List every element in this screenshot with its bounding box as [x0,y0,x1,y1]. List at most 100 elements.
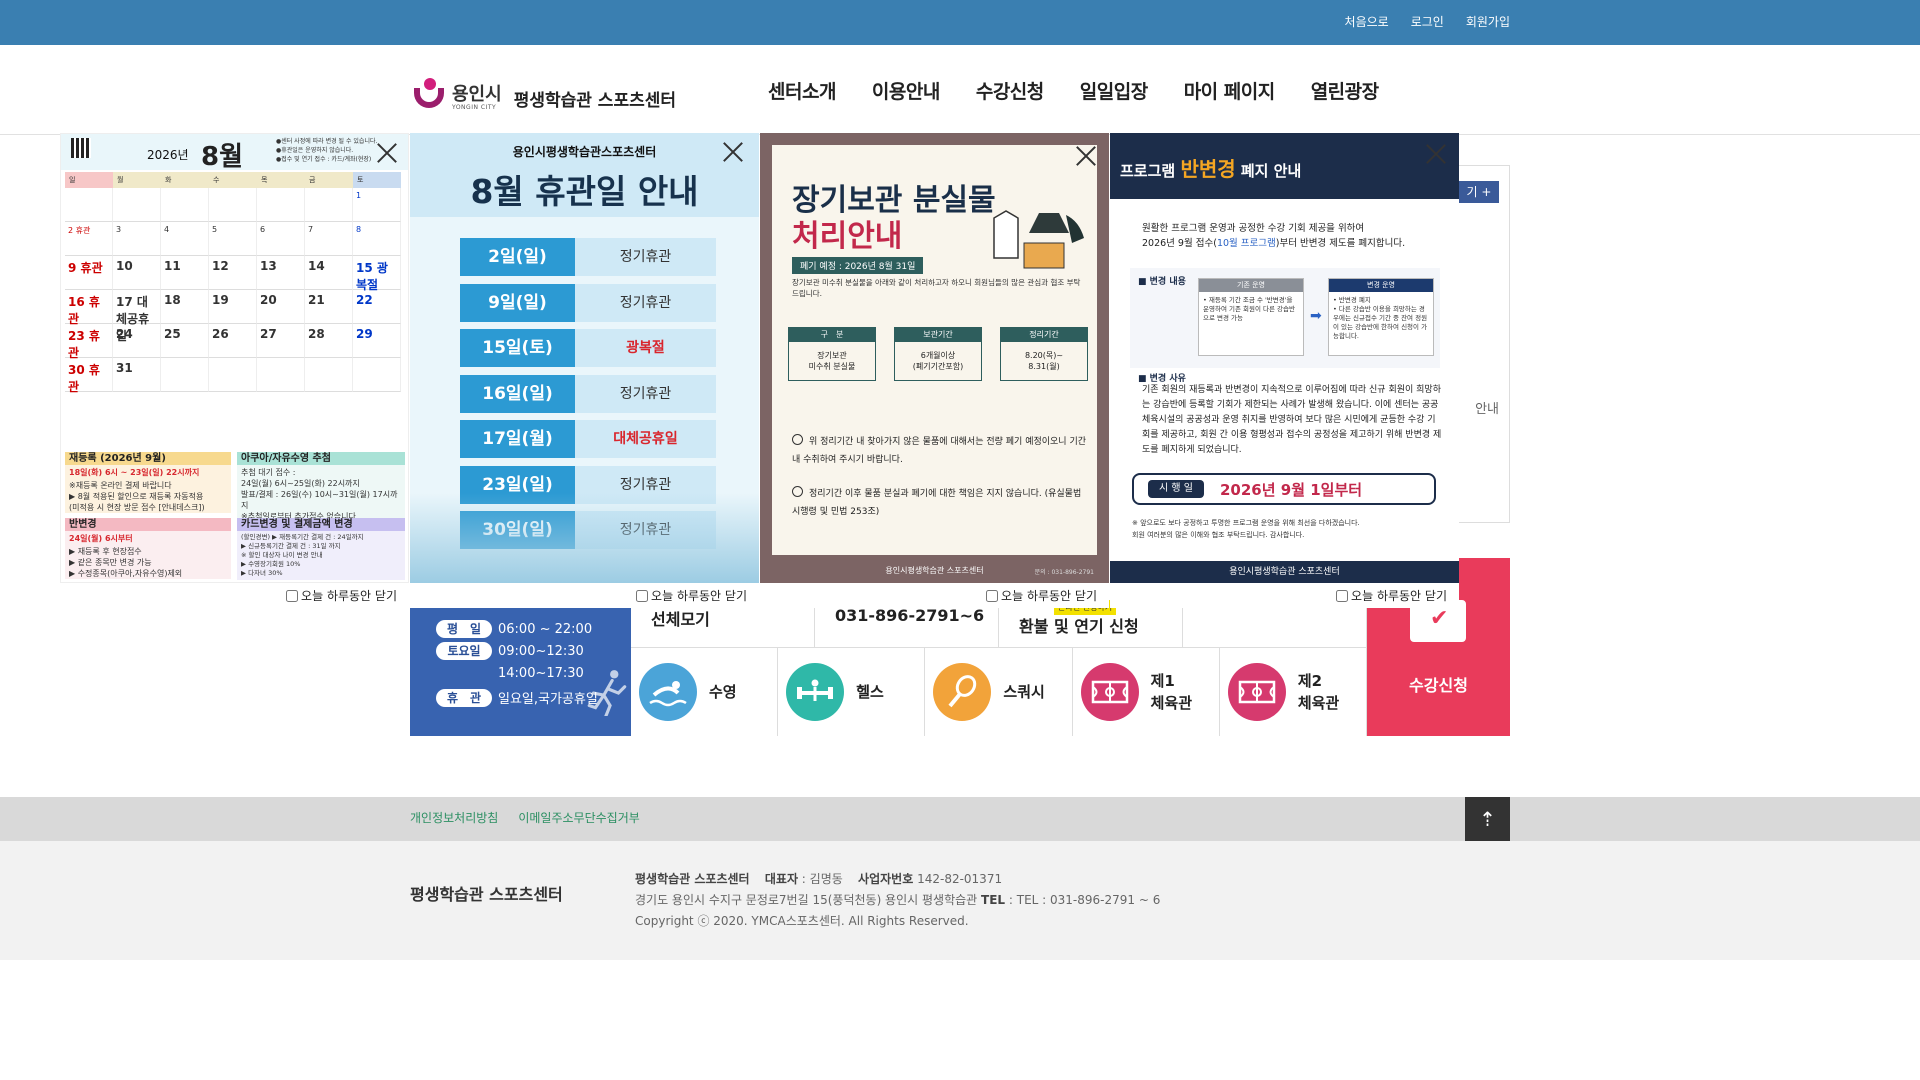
title-highlight: 반변경 [1180,157,1236,181]
hours-label: 평 일 [436,620,492,638]
notice-more-button[interactable]: 기 + [1459,181,1499,203]
lost-found-item-1: 위 정리기간 내 찾아가지 않은 물품에 대해서는 전량 폐기 예정이오니 기간… [792,433,1092,469]
calendar-day [209,358,257,392]
scroll-top-button[interactable]: ⇡ [1465,797,1510,841]
close-icon[interactable] [1425,143,1447,165]
close-icon[interactable] [722,141,744,163]
rereg-notes: ※재등록 온라인 결제 바랍니다 ▶ 8월 적용된 할인으로 재등록 자동적용 … [69,481,205,512]
footer-org: 평생학습관 스포츠센터 [635,872,750,886]
calendar-year: 2026년 [147,148,189,162]
nav-daily-entry[interactable]: 일일입장 [1080,77,1148,104]
privacy-policy-link[interactable]: 개인정보처리방침 [410,809,498,826]
signup-link[interactable]: 회원가입 [1466,13,1510,30]
facility-gym-2[interactable]: 제2 체육관 [1219,648,1368,736]
col-header: 구 분 [789,328,875,342]
footer-line-1: 평생학습관 스포츠센터 대표자 : 김명동 사업자번호 142-82-01371 [635,872,1003,886]
calendar-day: 7 [305,222,353,256]
close-icon[interactable] [376,142,398,164]
hours-value: 일요일,국가공휴일 [498,692,598,707]
close-today-checkbox[interactable] [636,589,649,602]
calendar-day: 25 [161,324,209,358]
footer-rep-label: 대표자 [764,872,798,886]
calendar-day [305,188,353,222]
close-today-label: 오늘 하루동안 닫기 [301,589,397,603]
closure-type: 정기휴관 [575,374,716,413]
login-link[interactable]: 로그인 [1411,13,1444,30]
title-part: 폐지 안내 [1235,162,1302,180]
closure-type: 광복절 [575,329,716,367]
effective-date: 시 행 일 2026년 9월 1일부터 [1132,473,1436,505]
before-text: • 재등록 기간 조금 수 '반변경'을 운영하여 기존 회원이 다른 강습반으… [1203,296,1295,322]
logo-city-block: 용인시 YONGIN CITY [452,85,502,112]
calendar-day: 8 [353,222,401,256]
main-nav: 센터소개 이용안내 수강신청 일일입장 마이 페이지 열린광장 [768,77,1379,104]
calendar-day: 29 [353,324,401,358]
facility-label: 스쿼시 [1003,683,1045,701]
closure-row: 15일(토) 광복절 [460,329,716,367]
lost-found-item-text: 위 정리기간 내 찾아가지 않은 물품에 대해서는 전량 폐기 예정이오니 기간… [792,437,1087,465]
swim-lottery-box: 아쿠아/자유수영 추첨 추첨 대기 접수 : 24일(월) 6시~25일(화) … [237,452,405,524]
nav-open-square[interactable]: 열린광장 [1311,77,1379,104]
runner-icon [587,670,627,716]
col-header: 보관기간 [895,328,981,342]
site-logo[interactable]: 용인시 YONGIN CITY 평생학습관 스포츠센터 [414,78,676,118]
home-link[interactable]: 처음으로 [1345,13,1389,30]
facility-swim[interactable]: 수영 [631,648,779,736]
col-value: 6개월이상 (폐기기간포함) [912,351,964,371]
check-circle-icon [792,486,803,497]
hours-saturday-pm: 14:00~17:30 [436,664,584,682]
check-circle-icon [792,434,803,445]
close-icon[interactable] [1075,145,1097,167]
calendar-dow: 일 [65,172,113,188]
after-box: 변경 운영 • 반변경 폐지 • 다른 강습반 이용을 희망하는 경우에는 신규… [1328,278,1434,356]
close-today-label: 오늘 하루동안 닫기 [1351,589,1447,603]
nav-course-apply[interactable]: 수강신청 [976,77,1044,104]
class-change-notes: ▶ 재등록 후 현장접수 ▶ 같은 종목만 변경 가능 ▶ 수정종목(아쿠아,자… [69,547,183,578]
nav-center-intro[interactable]: 센터소개 [768,77,836,104]
email-refusal-link[interactable]: 이메일주소무단수집거부 [518,809,639,826]
footer-address: 경기도 용인시 수지구 문정로7번길 15(풍덕천동) 용인시 평생학습관 [635,893,978,907]
calendar-day: 17 대체공휴일 [113,290,161,343]
calendar-day [305,358,353,392]
calendar-day: 28 [305,324,353,358]
closure-row: 16일(일) 정기휴관 [460,374,716,413]
fitness-icon [786,663,845,721]
calendar-day [161,188,209,222]
nav-usage-guide[interactable]: 이용안내 [872,77,940,104]
swim-lottery-text: 추첨 대기 접수 : 24일(월) 6시~25일(화) 22시까지 발표/결제 … [241,468,398,521]
calendar-day: 24 [113,324,161,358]
facility-gym-1[interactable]: 제1 체육관 [1072,648,1220,736]
calendar-day [209,188,257,222]
calendar-grid: 일월화수목금토 12 휴관 3 4 5 6 7 8 9 휴관 10 11 12 13 14 15 광복절 1… [65,172,405,394]
facility-label: 제1 체육관 [1150,672,1193,712]
qr-code-icon [71,138,91,158]
calendar-day: 18 [161,290,209,324]
calendar-day: 27 [257,324,305,358]
calendar-day: 21 [305,290,353,324]
nav-my-page[interactable]: 마이 페이지 [1184,77,1276,104]
calendar-dow-row: 일월화수목금토 [65,172,405,188]
close-today-label: 오늘 하루동안 닫기 [651,589,747,603]
clothes-icon [993,210,1084,269]
facility-fitness[interactable]: 헬스 [778,648,926,736]
footer-tel-label: TEL [981,893,1006,907]
lost-found-title-2: 처리안내 [792,219,903,254]
facility-links: 수영 헬스 스쿼시 제1 체육관 제2 체육관 [631,648,1368,736]
wave-decoration [410,493,759,583]
close-today-checkbox[interactable] [986,589,999,602]
close-today-checkbox[interactable] [286,589,299,602]
arrow-up-icon: ⇡ [1479,807,1496,831]
calendar-day: 6 [257,222,305,256]
calendar-day: 1 [353,188,401,222]
close-today-checkbox[interactable] [1336,589,1349,602]
court-icon [1227,663,1286,721]
class-change-box: 반변경 24일(월) 6시부터 ▶ 재등록 후 현장접수 ▶ 같은 종목만 변경… [65,518,231,579]
facility-squash[interactable]: 스쿼시 [925,648,1073,736]
hours-value: 06:00 ~ 22:00 [498,621,593,637]
calendar-dow: 화 [161,172,209,188]
calendar-day [257,358,305,392]
lost-found-table: 구 분 장기보관 미수취 분실물 보관기간 6개월이상 (폐기기간포함) 정리기간 8… [788,327,1088,381]
footer-tel: TEL : 031-896-2791 ~ 6 [1016,893,1161,907]
intro-highlight: 10월 프로그램 [1216,238,1276,249]
calendar-day [161,358,209,392]
